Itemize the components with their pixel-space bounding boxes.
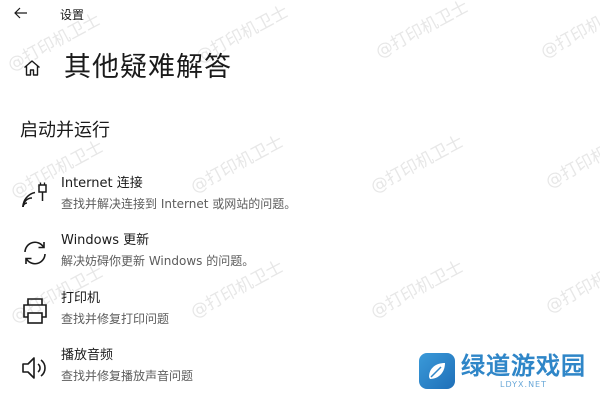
sync-icon xyxy=(18,236,52,270)
logo-text: 绿道游戏园 xyxy=(461,352,586,380)
printer-icon xyxy=(18,294,52,328)
item-description: 解决妨碍你更新 Windows 的问题。 xyxy=(61,254,255,268)
page-title: 其他疑难解答 xyxy=(64,52,232,83)
item-description: 查找并修复打印问题 xyxy=(61,312,170,326)
page-header: 其他疑难解答 xyxy=(20,50,232,86)
home-button[interactable] xyxy=(20,56,44,80)
back-button[interactable] xyxy=(10,3,32,23)
troubleshooter-printer[interactable]: 打印机 查找并修复打印问题 xyxy=(18,290,418,334)
troubleshooter-internet-connection[interactable]: Internet 连接 查找并解决连接到 Internet 或网站的问题。 xyxy=(18,175,418,219)
item-name: 打印机 xyxy=(61,291,101,306)
back-arrow-icon xyxy=(14,7,27,19)
item-name: Internet 连接 xyxy=(61,176,143,191)
title-bar: 设置 xyxy=(0,0,600,28)
site-logo: 绿道游戏园 LDYX.NET xyxy=(419,352,586,390)
watermark: @打印机卫士 xyxy=(542,126,600,193)
item-name: 播放音频 xyxy=(61,348,114,363)
item-description: 查找并解决连接到 Internet 或网站的问题。 xyxy=(61,197,297,211)
logo-mark-icon xyxy=(419,353,455,389)
item-name: Windows 更新 xyxy=(61,233,150,248)
item-description: 查找并修复播放声音问题 xyxy=(61,369,194,383)
home-icon xyxy=(24,60,40,76)
troubleshooter-windows-update[interactable]: Windows 更新 解决妨碍你更新 Windows 的问题。 xyxy=(18,232,418,276)
section-title: 启动并运行 xyxy=(20,120,110,141)
troubleshooter-playing-audio[interactable]: 播放音频 查找并修复播放声音问题 xyxy=(18,347,418,391)
watermark: @打印机卫士 xyxy=(542,251,600,318)
app-title: 设置 xyxy=(60,8,85,22)
logo-subtext: LDYX.NET xyxy=(499,380,547,389)
speaker-icon xyxy=(18,351,52,385)
wifi-ethernet-icon xyxy=(18,179,52,213)
